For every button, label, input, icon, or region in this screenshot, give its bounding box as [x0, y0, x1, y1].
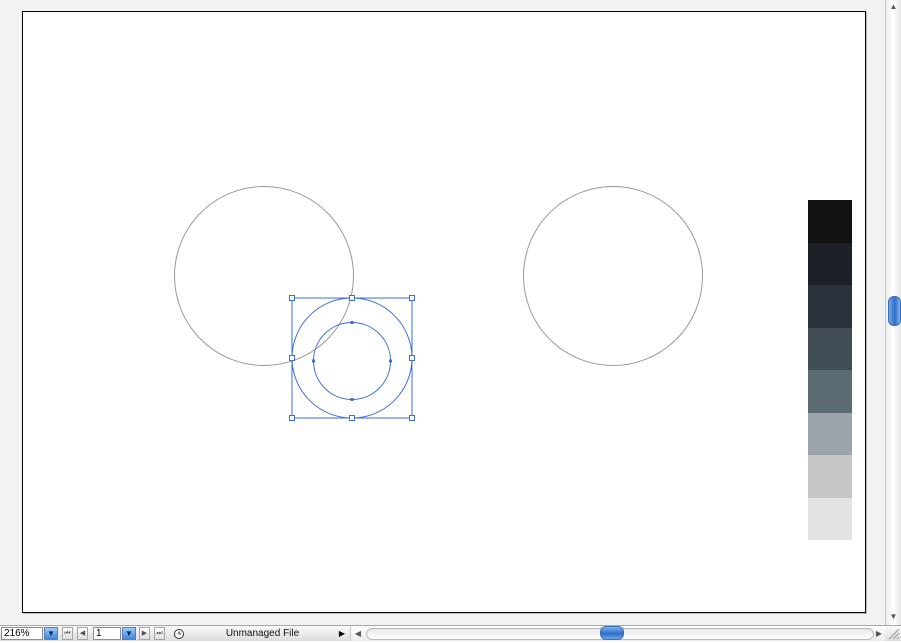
triangle-left-icon[interactable]: ◀ — [352, 627, 364, 640]
clock-icon — [174, 629, 184, 639]
swatch-3[interactable] — [808, 285, 852, 328]
handle-bottom-center[interactable] — [349, 415, 355, 421]
status-menu-button[interactable]: ▶ — [337, 627, 347, 640]
page-dropdown-button[interactable]: ▼ — [122, 627, 136, 640]
triangle-down-icon: ▼ — [47, 629, 55, 638]
selected-ring-group[interactable] — [289, 295, 415, 421]
status-options-button[interactable] — [172, 627, 186, 640]
swatch-4[interactable] — [808, 327, 852, 370]
anchor-point-left[interactable] — [312, 359, 315, 363]
left-circle[interactable] — [174, 186, 354, 366]
last-page-button[interactable]: ⏭ — [154, 627, 165, 640]
status-bar: 216% ▼ ⏮ ◀ 1 ▼ ▶ ⏭ Unmanaged File ▶ ◀ ▶ — [0, 625, 901, 641]
vertical-scrollbar[interactable]: ▲ ▼ — [885, 0, 901, 625]
swatch-8[interactable] — [808, 497, 852, 540]
vertical-scroll-thumb[interactable] — [888, 296, 901, 326]
zoom-dropdown-button[interactable]: ▼ — [44, 627, 58, 640]
handle-bottom-left[interactable] — [289, 415, 295, 421]
first-page-button[interactable]: ⏮ — [62, 627, 73, 640]
next-page-icon: ▶ — [141, 630, 148, 637]
handle-top-right[interactable] — [409, 295, 415, 301]
swatch-6[interactable] — [808, 412, 852, 455]
first-page-icon: ⏮ — [64, 630, 71, 637]
triangle-down-icon: ▼ — [125, 629, 133, 638]
swatch-2[interactable] — [808, 242, 852, 285]
document-canvas[interactable] — [0, 0, 885, 625]
anchor-point-top[interactable] — [350, 321, 354, 324]
color-swatch-strip — [808, 200, 852, 540]
page-number-input[interactable]: 1 — [93, 627, 121, 640]
last-page-icon: ⏭ — [156, 630, 163, 637]
handle-top-center[interactable] — [349, 295, 355, 301]
artwork-layer — [174, 186, 703, 421]
swatch-5[interactable] — [808, 370, 852, 413]
triangle-up-icon[interactable]: ▲ — [886, 0, 901, 13]
resize-grip-icon[interactable] — [886, 626, 900, 640]
handle-top-left[interactable] — [289, 295, 295, 301]
horizontal-scroll-thumb[interactable] — [600, 626, 624, 640]
triangle-down-icon[interactable]: ▼ — [886, 610, 901, 623]
status-text: Unmanaged File — [225, 628, 300, 639]
inner-ring-circle[interactable] — [313, 322, 391, 400]
zoom-input[interactable]: 216% — [1, 627, 43, 640]
swatch-7[interactable] — [808, 455, 852, 498]
previous-page-button[interactable]: ◀ — [77, 627, 88, 640]
right-circle[interactable] — [523, 186, 703, 366]
triangle-right-icon: ▶ — [338, 629, 346, 638]
handle-bottom-right[interactable] — [409, 415, 415, 421]
swatch-1[interactable] — [808, 200, 852, 243]
handle-middle-left[interactable] — [289, 355, 295, 361]
anchor-point-right[interactable] — [389, 359, 392, 363]
triangle-right-icon[interactable]: ▶ — [873, 627, 885, 640]
handle-middle-right[interactable] — [409, 355, 415, 361]
anchor-point-bottom[interactable] — [350, 398, 354, 401]
next-page-button[interactable]: ▶ — [139, 627, 150, 640]
previous-page-icon: ◀ — [79, 630, 86, 637]
